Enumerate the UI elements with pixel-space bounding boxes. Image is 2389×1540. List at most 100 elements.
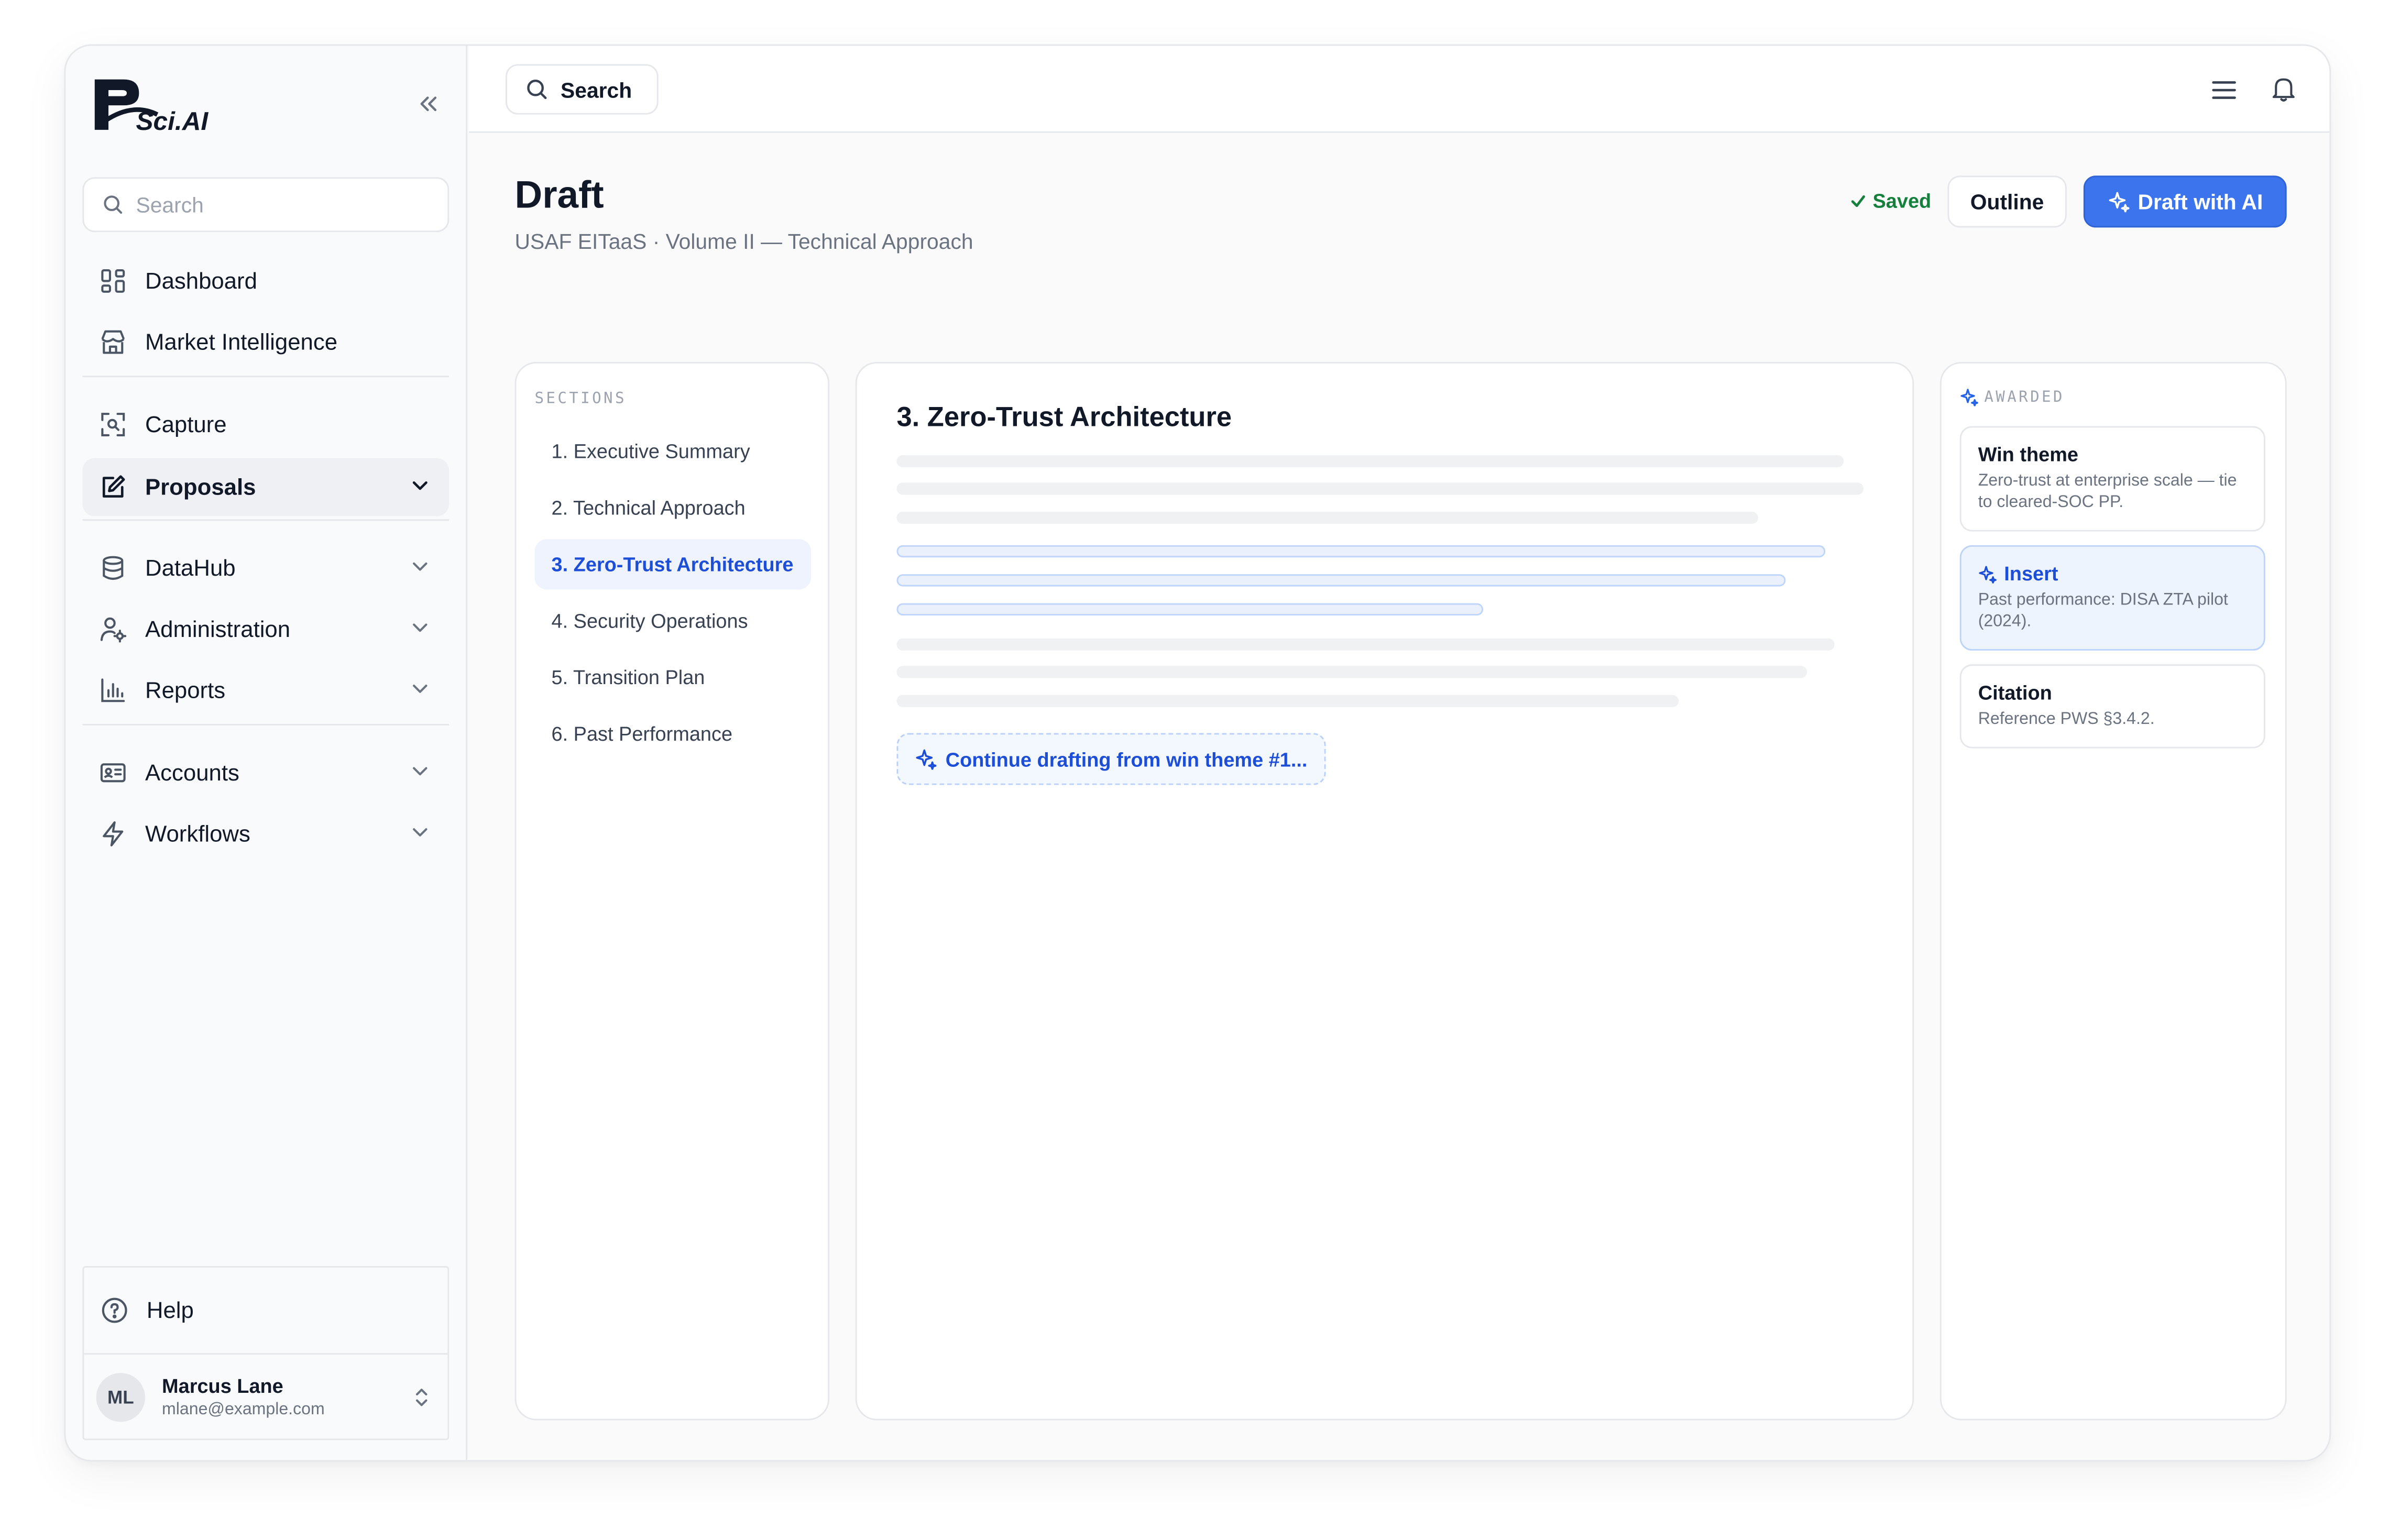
chevron-down-icon	[409, 678, 431, 700]
card-title: Win theme	[1978, 443, 2078, 466]
sidebar-item-market-intelligence[interactable]: Market Intelligence	[82, 313, 449, 371]
section-item[interactable]: 5. Transition Plan	[534, 652, 811, 702]
chevron-down-icon	[409, 822, 431, 843]
sidebar-item-reports[interactable]: Reports	[82, 661, 449, 719]
sidebar-item-label: Administration	[145, 616, 291, 643]
outline-button[interactable]: Outline	[1947, 175, 2067, 228]
text-placeholder-line	[896, 666, 1807, 678]
database-icon	[100, 554, 127, 581]
ai-highlight-line	[896, 545, 1826, 558]
continue-drafting-button[interactable]: Continue drafting from win theme #1...	[896, 733, 1326, 785]
section-item[interactable]: 6. Past Performance	[534, 709, 811, 759]
sidebar-item-label: DataHub	[145, 555, 236, 581]
sidebar-item-datahub[interactable]: DataHub	[82, 539, 449, 597]
section-item-active[interactable]: 3. Zero-Trust Architecture	[534, 539, 812, 590]
chevron-down-icon	[409, 617, 431, 639]
sidebar-item-proposals[interactable]: Proposals	[82, 458, 450, 516]
sidebar-item-capture[interactable]: Capture	[82, 395, 449, 454]
card-title: Insert	[2004, 562, 2058, 585]
sparkle-icon	[915, 749, 937, 770]
user-gear-icon	[100, 615, 127, 643]
menu-icon[interactable]	[2209, 75, 2239, 105]
help-label: Help	[146, 1297, 194, 1324]
sidebar-footer: Help ML Marcus Lane mlane@example.com	[82, 1266, 450, 1440]
sidebar-item-label: Accounts	[145, 760, 239, 786]
editor-panel[interactable]: 3. Zero-Trust Architecture Continue draf…	[855, 361, 1914, 1421]
global-search-button[interactable]: Search	[506, 64, 659, 115]
sidebar: Sci.AI Dashboard Market Intelligence	[65, 46, 468, 1460]
dashboard-icon	[100, 267, 127, 294]
id-card-icon	[100, 759, 127, 786]
sparkle-icon	[1978, 564, 1997, 583]
card-title: Citation	[1978, 681, 2052, 705]
sidebar-item-label: Dashboard	[145, 268, 257, 294]
card-body: Zero-trust at enterprise scale — tie to …	[1978, 471, 2237, 511]
page-title: Draft	[514, 174, 604, 217]
card-header: Insert	[1978, 562, 2247, 585]
sidebar-item-label: Market Intelligence	[145, 329, 338, 355]
section-item[interactable]: 1. Executive Summary	[534, 426, 811, 476]
awarded-caption: AWARDED	[1984, 389, 2065, 406]
sidebar-divider	[82, 376, 450, 378]
sections-caption: SECTIONS	[534, 391, 627, 408]
brand-logo[interactable]: Sci.AI	[90, 75, 212, 136]
text-placeholder-line	[896, 455, 1844, 468]
sparkle-icon	[2107, 191, 2129, 213]
help-icon	[101, 1296, 128, 1324]
text-placeholder-line	[896, 695, 1679, 707]
ai-highlight-line	[896, 603, 1484, 615]
sidebar-divider	[82, 723, 450, 725]
sidebar-search-input[interactable]	[136, 192, 411, 217]
user-menu[interactable]: ML Marcus Lane mlane@example.com	[84, 1353, 448, 1438]
chevron-down-icon	[409, 761, 431, 782]
app-window: Sci.AI Dashboard Market Intelligence	[64, 44, 2331, 1462]
sidebar-item-administration[interactable]: Administration	[82, 600, 449, 658]
chevron-up-down-icon	[411, 1385, 432, 1410]
editor-section-title: 3. Zero-Trust Architecture	[896, 401, 1232, 433]
bell-icon[interactable]	[2270, 75, 2297, 102]
chevron-down-icon	[409, 556, 431, 577]
awarded-header: AWARDED	[1960, 388, 2065, 406]
section-item[interactable]: 2. Technical Approach	[534, 482, 811, 533]
text-placeholder-line	[896, 511, 1758, 524]
help-link[interactable]: Help	[84, 1268, 447, 1353]
saved-status: Saved	[1850, 189, 1932, 213]
insert-card[interactable]: Insert Past performance: DISA ZTA pilot …	[1959, 545, 2265, 650]
scan-icon	[100, 411, 127, 438]
svg-text:Sci.AI: Sci.AI	[136, 106, 209, 136]
user-email: mlane@example.com	[162, 1400, 325, 1419]
sidebar-item-accounts[interactable]: Accounts	[82, 744, 449, 802]
section-item[interactable]: 4. Security Operations	[534, 596, 811, 646]
storefront-icon	[100, 328, 127, 356]
sidebar-item-label: Proposals	[145, 474, 256, 500]
page-subtitle: USAF EITaaS · Volume II — Technical Appr…	[514, 229, 973, 254]
sidebar-item-workflows[interactable]: Workflows	[82, 805, 449, 863]
text-placeholder-line	[896, 638, 1835, 651]
edit-icon	[100, 474, 127, 501]
bar-chart-icon	[100, 677, 127, 704]
saved-label: Saved	[1872, 189, 1932, 213]
text-placeholder-line	[896, 482, 1864, 495]
collapse-sidebar-icon[interactable]	[414, 90, 441, 117]
sidebar-item-label: Reports	[145, 677, 226, 703]
sidebar-search[interactable]	[82, 177, 450, 233]
sidebar-item-dashboard[interactable]: Dashboard	[82, 252, 449, 310]
search-icon	[525, 78, 549, 101]
bolt-icon	[100, 820, 127, 848]
draft-with-ai-label: Draft with AI	[2138, 189, 2263, 214]
win-theme-card[interactable]: Win theme Zero-trust at enterprise scale…	[1959, 426, 2265, 531]
card-body: Past performance: DISA ZTA pilot (2024).	[1978, 591, 2228, 631]
top-bar: Search	[469, 46, 2330, 133]
sidebar-divider	[82, 519, 450, 521]
draft-with-ai-button[interactable]: Draft with AI	[2083, 175, 2287, 228]
chevron-down-icon	[409, 475, 431, 497]
global-search-label: Search	[561, 77, 632, 102]
sections-panel: SECTIONS 1. Executive Summary 2. Technic…	[514, 361, 830, 1421]
user-name: Marcus Lane	[162, 1374, 283, 1398]
citation-card[interactable]: Citation Reference PWS §3.4.2.	[1959, 664, 2265, 748]
sidebar-item-label: Capture	[145, 411, 227, 438]
search-icon	[102, 194, 124, 215]
sparkle-icon	[1960, 388, 1978, 406]
card-body: Reference PWS §3.4.2.	[1978, 710, 2155, 729]
sidebar-item-label: Workflows	[145, 821, 250, 847]
